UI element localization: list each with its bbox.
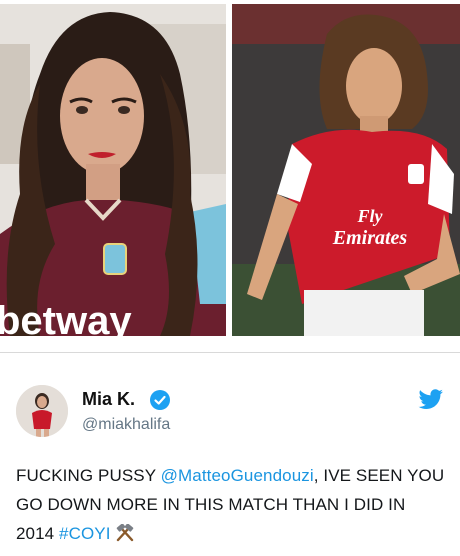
hashtag-link[interactable]: #COYI [59, 524, 111, 543]
right-shirt-sponsor-line2: Emirates [332, 227, 408, 249]
woman-in-claret-shirt-illustration: betway [0, 4, 226, 336]
tweet-card: Mia K. @miakhalifa FUCKING PUSSY @Matteo… [0, 353, 460, 556]
mention-link[interactable]: @MatteoGuendouzi [161, 466, 314, 485]
display-name[interactable]: Mia K. [82, 389, 135, 410]
twitter-bird-icon[interactable] [418, 389, 444, 411]
player-in-red-shirt-illustration: Fly Emirates [232, 4, 460, 336]
right-shirt-sponsor-line1: Fly [357, 206, 384, 226]
tweet-text: FUCKING PUSSY @MatteoGuendouzi, IVE SEEN… [16, 461, 446, 548]
avatar-image [16, 385, 68, 437]
photo-collage: betway Fly Emirates [0, 0, 460, 340]
handle[interactable]: @miakhalifa [82, 416, 170, 434]
left-photo: betway [0, 4, 226, 336]
tweet-text-part1: FUCKING PUSSY [16, 466, 161, 485]
left-shirt-sponsor: betway [0, 299, 132, 336]
right-photo: Fly Emirates [232, 4, 460, 336]
avatar[interactable] [16, 385, 68, 437]
verified-badge-icon [150, 390, 170, 410]
crossed-hammers-icon [116, 524, 133, 542]
